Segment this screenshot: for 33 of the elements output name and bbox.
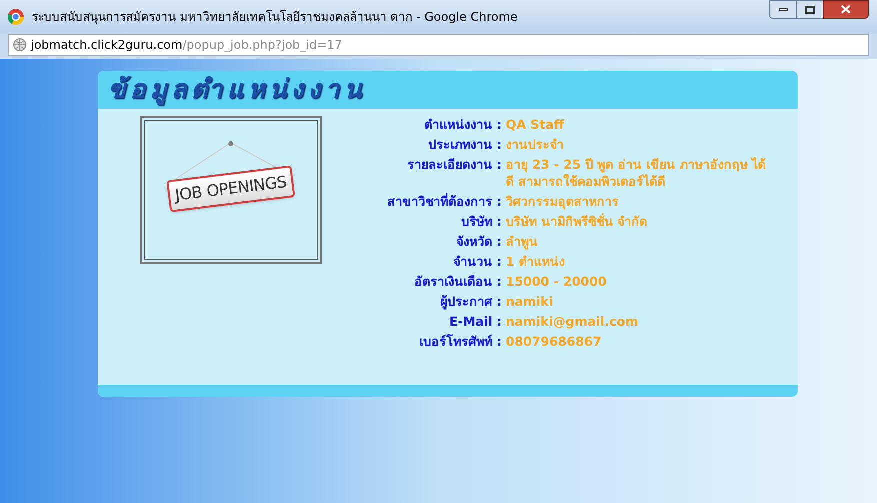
field-value: namiki bbox=[506, 293, 554, 310]
field-label: สาขาวิชาที่ต้องการ : bbox=[386, 193, 502, 210]
close-icon bbox=[841, 5, 851, 14]
minimize-button[interactable] bbox=[769, 0, 797, 19]
panel-heading: ข้อมูลตำแหน่งงาน bbox=[108, 74, 366, 108]
field-value: ลำพูน bbox=[506, 233, 539, 250]
sign-text: JOB OPENINGS bbox=[174, 172, 288, 205]
field-value: งานประจำ bbox=[506, 136, 565, 153]
field-value: อายุ 23 - 25 ปี พูด อ่าน เขียน ภาษาอังกฤษ ได้ดี สามารถใช้คอมพิวเตอร์ได้ดี bbox=[506, 156, 768, 190]
field-label: ประเภทงาน : bbox=[428, 136, 502, 153]
maximize-button[interactable] bbox=[797, 0, 823, 19]
field-label: รายละเอียดงาน : bbox=[406, 156, 502, 174]
field-value: 1 ตำแหน่ง bbox=[506, 253, 566, 270]
field-label: จำนวน : bbox=[452, 253, 502, 270]
field-label: E-Mail : bbox=[448, 313, 502, 330]
field-label: บริษัท : bbox=[460, 213, 502, 230]
field-value: namiki@gmail.com bbox=[506, 313, 640, 330]
close-button[interactable] bbox=[823, 0, 869, 19]
field-value: 08079686867 bbox=[506, 333, 603, 350]
url-text: jobmatch.click2guru.com/popup_job.php?job_id=17 bbox=[31, 37, 342, 54]
field-label: เบอร์โทรศัพท์ : bbox=[418, 333, 502, 350]
browser-logo-icon bbox=[8, 9, 24, 25]
field-value: QA Staff bbox=[506, 116, 566, 133]
window-title: ระบบสนับสนุนการสมัครงาน มหาวิทยาลัยเทคโนโลยีราชมงคลล้านนา ตาก - Google Chrome bbox=[32, 9, 519, 26]
field-label: อัตราเงินเดือน : bbox=[414, 273, 502, 290]
field-label: จังหวัด : bbox=[456, 233, 502, 250]
globe-icon bbox=[13, 38, 27, 52]
field-label: ตำแหน่งงาน : bbox=[424, 116, 502, 133]
field-value: 15000 - 20000 bbox=[506, 273, 608, 290]
field-value: บริษัท นามิกิพรีซิชั่น จำกัด bbox=[506, 213, 649, 230]
field-label: ผู้ประกาศ : bbox=[440, 293, 502, 310]
field-value: วิศวกรรมอุตสาหการ bbox=[506, 193, 620, 210]
address-bar[interactable]: jobmatch.click2guru.com/popup_job.php?job_id=17 bbox=[8, 34, 869, 56]
